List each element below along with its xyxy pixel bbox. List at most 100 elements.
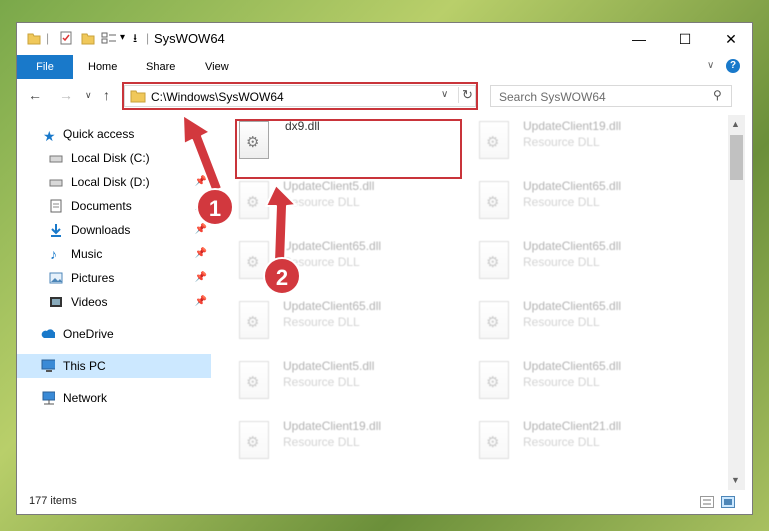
sidebar-item-videos[interactable]: Videos 📌 xyxy=(17,290,211,314)
dropdown-arrow-icon[interactable]: ⭳ xyxy=(133,29,137,50)
gear-icon: ⚙ xyxy=(486,194,500,211)
search-icon[interactable]: ⚲ xyxy=(713,88,722,102)
sidebar-item-network[interactable]: Network xyxy=(17,386,211,410)
sidebar-item-pictures[interactable]: Pictures 📌 xyxy=(17,266,211,290)
step-callout-2: 2 xyxy=(263,257,301,295)
sidebar-item-local-disk-c[interactable]: Local Disk (C:) xyxy=(17,146,211,170)
step-callout-1: 1 xyxy=(196,188,234,226)
gear-icon: ⚙ xyxy=(486,254,500,271)
tab-share[interactable]: Share xyxy=(146,55,175,79)
sidebar-item-this-pc[interactable]: This PC xyxy=(17,354,211,378)
file-name: UpdateClient65.dll xyxy=(523,179,622,193)
file-tile[interactable]: ⚙ UpdateClient65.dll Resource DLL xyxy=(475,355,705,407)
window-title: SysWOW64 xyxy=(154,31,225,46)
expand-ribbon-icon[interactable]: ∨ xyxy=(707,60,714,71)
file-tile[interactable]: ⚙ UpdateClient65.dll Resource DLL xyxy=(475,175,705,227)
file-tile[interactable]: ⚙ UpdateClient65.dll Resource DLL xyxy=(475,235,705,287)
dll-file-icon: ⚙ xyxy=(479,421,509,459)
scroll-up-icon[interactable]: ▲ xyxy=(731,119,740,129)
sidebar-item-downloads[interactable]: Downloads 📌 xyxy=(17,218,211,242)
minimize-button[interactable]: — xyxy=(616,23,662,55)
file-type: Resource DLL xyxy=(283,315,360,329)
gear-icon: ⚙ xyxy=(246,194,260,211)
search-input[interactable]: Search SysWOW64 ⚲ xyxy=(490,85,732,107)
gear-icon: ⚙ xyxy=(486,374,500,391)
gear-icon: ⚙ xyxy=(486,314,500,331)
pin-icon[interactable]: 📌 xyxy=(195,242,207,266)
back-arrow-icon[interactable]: ← xyxy=(28,87,42,103)
scrollbar-thumb[interactable] xyxy=(730,135,743,180)
gear-icon: ⚙ xyxy=(486,434,500,451)
file-tile[interactable]: ⚙ UpdateClient19.dll Resource DLL xyxy=(235,415,465,467)
dll-file-icon: ⚙ xyxy=(479,181,509,219)
properties-icon[interactable] xyxy=(59,31,73,45)
download-icon xyxy=(51,224,61,237)
file-name: UpdateClient65.dll xyxy=(283,299,382,313)
sidebar-item-documents[interactable]: Documents 📌 xyxy=(17,194,211,218)
computer-icon xyxy=(41,359,55,372)
file-type: Resource DLL xyxy=(523,255,600,269)
up-arrow-icon[interactable]: ↑ xyxy=(103,87,110,103)
sidebar-item-label: Local Disk (D:) xyxy=(71,175,150,189)
file-name: UpdateClient19.dll xyxy=(283,419,382,433)
dll-file-icon: ⚙ xyxy=(239,421,269,459)
sidebar-item-local-disk-d[interactable]: Local Disk (D:) 📌 xyxy=(17,170,211,194)
file-name: UpdateClient19.dll xyxy=(523,119,622,133)
gear-icon: ⚙ xyxy=(246,314,260,331)
file-type: Resource DLL xyxy=(283,435,360,449)
file-tile[interactable]: ⚙ UpdateClient65.dll Resource DLL xyxy=(235,295,465,347)
tab-view[interactable]: View xyxy=(205,55,229,79)
documents-icon xyxy=(50,199,62,213)
dll-file-icon: ⚙ xyxy=(239,361,269,399)
star-icon: ★ xyxy=(43,128,56,144)
network-icon xyxy=(42,391,55,405)
file-type: Resource DLL xyxy=(523,435,600,449)
file-type: Resource DLL xyxy=(283,195,360,209)
search-placeholder: Search SysWOW64 xyxy=(499,90,606,104)
close-button[interactable]: ✕ xyxy=(708,23,752,55)
sidebar-item-label: Music xyxy=(71,247,103,261)
item-count: 177 items xyxy=(29,495,77,507)
file-type: Resource DLL xyxy=(523,135,600,149)
help-icon[interactable]: ? xyxy=(726,59,740,73)
tab-file[interactable]: File xyxy=(17,55,73,79)
file-tile[interactable]: ⚙ UpdateClient5.dll Resource DLL xyxy=(235,355,465,407)
sidebar-item-label: Network xyxy=(63,391,108,405)
pin-icon[interactable]: 📌 xyxy=(195,266,207,290)
file-tile[interactable]: ⚙ UpdateClient19.dll Resource DLL xyxy=(475,115,705,167)
sidebar-item-label: Videos xyxy=(71,295,108,309)
file-tile[interactable]: ⚙ UpdateClient5.dll Resource DLL xyxy=(235,175,465,227)
address-bar-highlight xyxy=(122,82,478,110)
file-name: UpdateClient65.dll xyxy=(283,239,382,253)
vertical-scrollbar[interactable]: ▲ ▼ xyxy=(728,115,745,490)
sidebar-item-label: This PC xyxy=(63,359,106,373)
status-bar: 177 items xyxy=(17,491,752,514)
new-folder-icon[interactable] xyxy=(81,31,95,45)
quick-access-dropdown[interactable]: ▾ xyxy=(120,32,125,43)
details-view-icon[interactable] xyxy=(700,496,714,508)
large-icons-view-icon[interactable] xyxy=(721,496,735,508)
file-name: UpdateClient65.dll xyxy=(523,239,622,253)
pin-icon[interactable]: 📌 xyxy=(195,290,207,314)
dll-file-icon: ⚙ xyxy=(479,361,509,399)
forward-arrow-icon[interactable]: → xyxy=(59,87,73,103)
maximize-button[interactable]: ☐ xyxy=(662,23,708,55)
file-type: Resource DLL xyxy=(523,375,600,389)
sidebar-item-music[interactable]: ♪ Music 📌 xyxy=(17,242,211,266)
sidebar-item-label: Pictures xyxy=(71,271,115,285)
gear-icon: ⚙ xyxy=(486,134,500,151)
sidebar-item-label: Documents xyxy=(71,199,132,213)
dll-file-icon: ⚙ xyxy=(239,301,269,339)
file-type: Resource DLL xyxy=(523,195,600,209)
file-name: UpdateClient5.dll xyxy=(283,179,375,193)
customize-icon[interactable] xyxy=(101,31,117,45)
file-type: Resource DLL xyxy=(283,375,360,389)
file-tile[interactable]: ⚙ UpdateClient21.dll Resource DLL xyxy=(475,415,705,467)
title-bar: | ▾ ⭳ | SysWOW64 — ☐ ✕ xyxy=(17,23,752,55)
scroll-down-icon[interactable]: ▼ xyxy=(731,475,740,485)
file-tile[interactable]: ⚙ UpdateClient65.dll Resource DLL xyxy=(475,295,705,347)
recent-locations-icon[interactable]: ∨ xyxy=(85,90,92,101)
tab-home[interactable]: Home xyxy=(88,55,117,79)
sidebar-item-quick-access[interactable]: ★ Quick access xyxy=(17,122,211,146)
sidebar-item-onedrive[interactable]: OneDrive xyxy=(17,322,211,346)
